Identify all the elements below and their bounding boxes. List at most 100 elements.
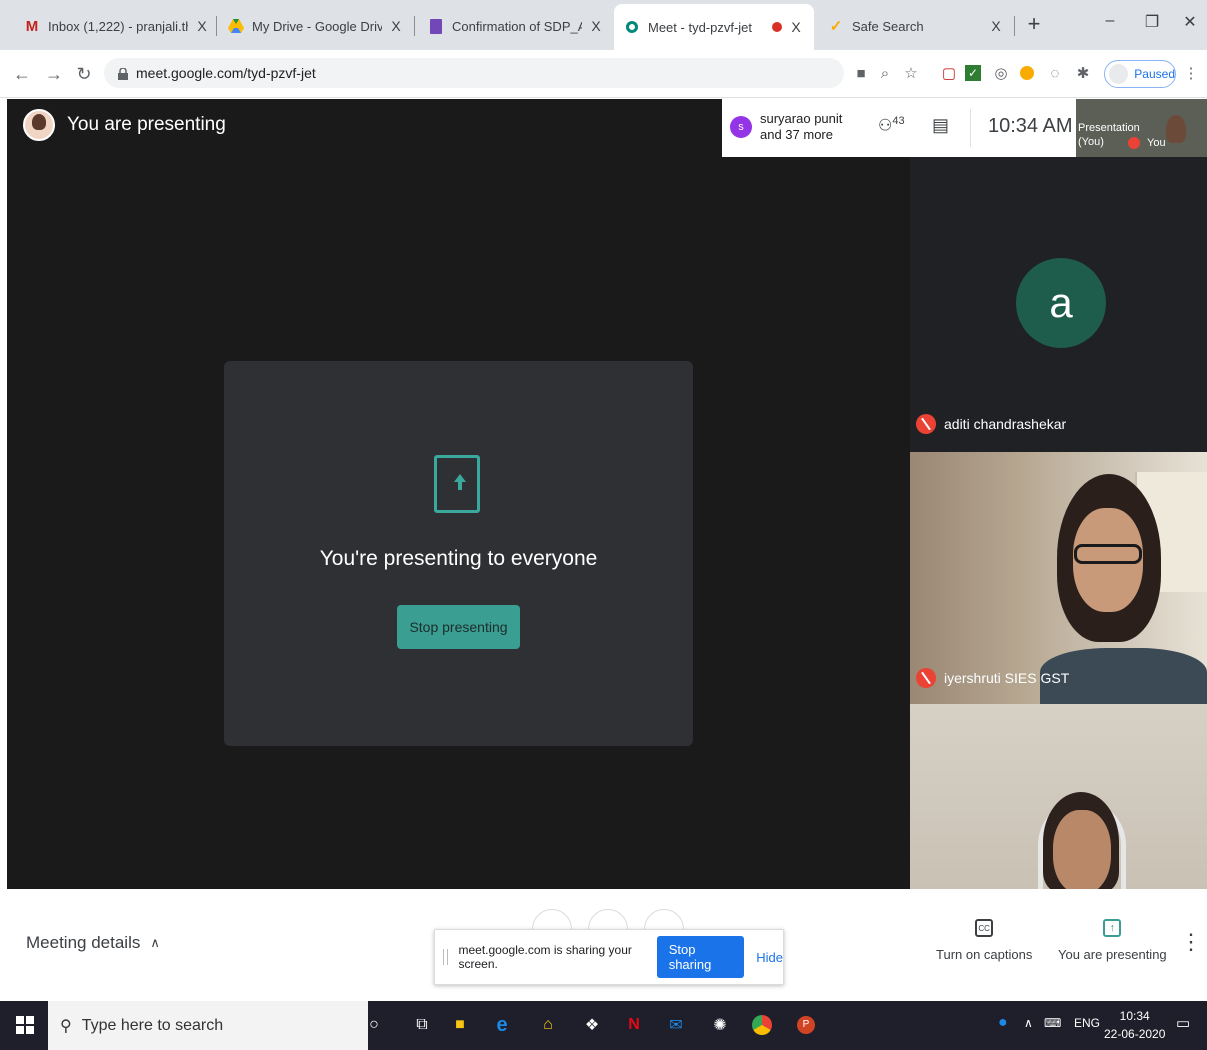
browser-toolbar: ← → ↻ meet.google.com/tyd-pzvf-jet ■ ⌕ ☆… [0, 50, 1207, 98]
stop-sharing-button[interactable]: Stop sharing [656, 936, 745, 978]
hide-button[interactable]: Hide [756, 950, 783, 965]
tab-close-button[interactable]: X [194, 18, 210, 34]
present-now-button[interactable]: ↑ You are presenting [1058, 919, 1167, 962]
stop-presenting-button[interactable]: Stop presenting [397, 605, 520, 649]
captions-button[interactable]: CC Turn on captions [936, 919, 1032, 962]
minimize-icon[interactable]: – [1098, 12, 1122, 30]
tab-separator [1014, 16, 1015, 36]
window-close-icon[interactable]: ✕ [1178, 12, 1202, 32]
tab-separator [216, 16, 217, 36]
present-screen-icon [434, 455, 480, 513]
participant-tile-shruti[interactable]: iyershruti SIES GST [910, 452, 1207, 704]
file-explorer-icon[interactable]: ■ [448, 1013, 472, 1037]
self-view-thumbnail[interactable]: Presentation (You) You [1076, 99, 1207, 157]
url-text: meet.google.com/tyd-pzvf-jet [136, 65, 316, 81]
notifications-icon[interactable]: ▭ [1176, 1014, 1190, 1032]
camera-icon[interactable]: ■ [850, 62, 872, 84]
powerpoint-icon[interactable]: P [794, 1013, 818, 1037]
recording-icon [772, 22, 782, 32]
meeting-clock: 10:34 AM [988, 115, 1073, 137]
forward-icon[interactable]: → [42, 62, 66, 86]
presenting-message: You're presenting to everyone [319, 547, 598, 570]
presenting-header: You are presenting [23, 109, 226, 141]
meet-top-bar: s suryarao punit and 37 more ⚇43 ▤ 10:34… [722, 99, 1207, 157]
lock-icon [118, 67, 128, 80]
present-screen-icon: ↑ [1103, 919, 1122, 937]
mic-off-icon [916, 668, 936, 688]
system-clock[interactable]: 10:34 22-06-2020 [1104, 1007, 1165, 1043]
help-icon[interactable]: ● [998, 1014, 1008, 1032]
tab-separator [414, 16, 415, 36]
grey-extension-icon[interactable]: ◌ [1044, 62, 1066, 84]
netflix-icon[interactable]: N [622, 1013, 646, 1037]
participant-tile-third[interactable] [910, 704, 1207, 889]
back-icon[interactable]: ← [10, 62, 34, 86]
tab-close-button[interactable]: X [788, 19, 804, 35]
mail-icon[interactable]: ✉ [664, 1013, 688, 1037]
restore-icon[interactable]: ❐ [1140, 12, 1164, 32]
browser-menu-icon[interactable]: ⋮ [1180, 62, 1202, 84]
store-icon[interactable]: ⌂ [536, 1013, 560, 1037]
browser-tabstrip: M Inbox (1,222) - pranjali.thakre@ X My … [0, 0, 1207, 50]
safesearch-icon: ✓ [829, 18, 843, 35]
drive-icon [228, 18, 244, 34]
self-video [1166, 115, 1186, 143]
tab-close-button[interactable]: X [588, 18, 604, 34]
chrome-icon[interactable] [750, 1013, 774, 1037]
meet-bottom-bar: Meeting details ∧ meet.google.com is sha… [0, 889, 1207, 999]
meet-stage: You are presenting You're presenting to … [7, 99, 1207, 889]
windows-start-icon[interactable] [16, 1016, 34, 1034]
search-extension-icon[interactable]: ◎ [990, 62, 1012, 84]
tab-close-button[interactable]: X [388, 18, 404, 34]
participant-name: iyershruti SIES GST [916, 668, 1069, 688]
presentation-area: You are presenting You're presenting to … [7, 99, 910, 889]
yellow-extension-icon[interactable] [1016, 62, 1038, 84]
gmail-icon: M [25, 17, 39, 35]
pocket-extension-icon[interactable]: ▢ [938, 62, 960, 84]
tab-drive[interactable]: My Drive - Google Drive X [218, 6, 414, 46]
participant-summary[interactable]: s suryarao punit and 37 more [730, 111, 842, 143]
meeting-details-button[interactable]: Meeting details ∧ [26, 933, 160, 953]
cortana-icon[interactable]: ○ [362, 1013, 386, 1037]
keyboard-icon[interactable]: ⌨ [1044, 1016, 1061, 1030]
profile-paused-button[interactable]: Paused [1104, 60, 1176, 88]
dropbox-icon[interactable]: ❖ [580, 1013, 604, 1037]
mic-off-icon [1128, 137, 1140, 149]
network-app-icon[interactable]: ✺ [708, 1013, 732, 1037]
screen-sharing-bar: meet.google.com is sharing your screen. … [434, 929, 784, 985]
avatar: s [730, 116, 752, 138]
chevron-up-icon[interactable]: ∧ [1024, 1016, 1033, 1030]
chat-icon[interactable]: ▤ [932, 115, 949, 136]
avatar [23, 109, 55, 141]
search-icon: ⚲ [60, 1017, 72, 1035]
meet-icon [624, 19, 640, 35]
tab-gmail[interactable]: M Inbox (1,222) - pranjali.thakre@ X [14, 6, 220, 46]
bookmark-star-icon[interactable]: ☆ [900, 62, 922, 84]
new-tab-button[interactable]: + [1022, 12, 1046, 36]
extensions-puzzle-icon[interactable]: ✱ [1072, 62, 1094, 84]
more-options-icon[interactable]: ⋮ [1180, 929, 1202, 955]
edge-icon[interactable]: e [490, 1013, 514, 1037]
tasks-extension-icon[interactable]: ✓ [962, 62, 984, 84]
divider [970, 109, 971, 147]
chevron-up-icon: ∧ [150, 935, 160, 950]
participant-name: aditi chandrashekar [916, 414, 1066, 434]
windows-taskbar: ⚲ Type here to search ○ ⧉ ■ e ⌂ ❖ N ✉ ✺ … [0, 1001, 1207, 1050]
presenting-card: You're presenting to everyone Stop prese… [224, 361, 693, 746]
task-view-icon[interactable]: ⧉ [410, 1013, 434, 1037]
drag-handle-icon[interactable] [443, 949, 449, 965]
taskbar-search-input[interactable]: ⚲ Type here to search [48, 1001, 368, 1050]
tab-safe-search[interactable]: ✓ Safe Search X [818, 6, 1014, 46]
tab-meet[interactable]: Meet - tyd-pzvf-jet X [614, 4, 814, 50]
tab-forms[interactable]: Confirmation of SDP_Advance X [418, 6, 614, 46]
forms-icon [428, 18, 444, 34]
language-indicator[interactable]: ENG [1074, 1016, 1100, 1030]
captions-icon: CC [975, 919, 994, 937]
people-button[interactable]: ⚇43 [878, 115, 905, 135]
participant-tile-aditi[interactable]: a aditi chandrashekar [910, 200, 1207, 452]
tab-close-button[interactable]: X [988, 18, 1004, 34]
zoom-icon[interactable]: ⌕ [874, 62, 896, 84]
mic-off-icon [916, 414, 936, 434]
reload-icon[interactable]: ↻ [72, 62, 96, 86]
address-bar[interactable]: meet.google.com/tyd-pzvf-jet [104, 58, 844, 88]
